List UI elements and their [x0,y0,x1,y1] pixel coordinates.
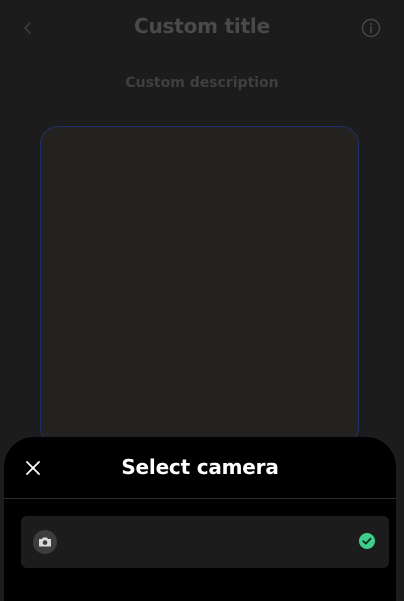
check-circle-icon [359,533,375,549]
camera-icon [33,530,57,554]
page-title: Custom title [134,14,270,38]
info-button[interactable] [360,17,382,39]
select-camera-sheet: Select camera [4,437,396,601]
page-description: Custom description [125,75,279,91]
sheet-divider [4,498,396,499]
header: Custom title [0,0,404,58]
info-circle-icon [361,18,381,38]
camera-option[interactable] [21,516,389,568]
camera-viewfinder [40,126,359,446]
sheet-title: Select camera [121,455,279,479]
camera-scanner-screen: Custom title Custom description Select c… [0,0,404,601]
sheet-header: Select camera [4,437,396,499]
